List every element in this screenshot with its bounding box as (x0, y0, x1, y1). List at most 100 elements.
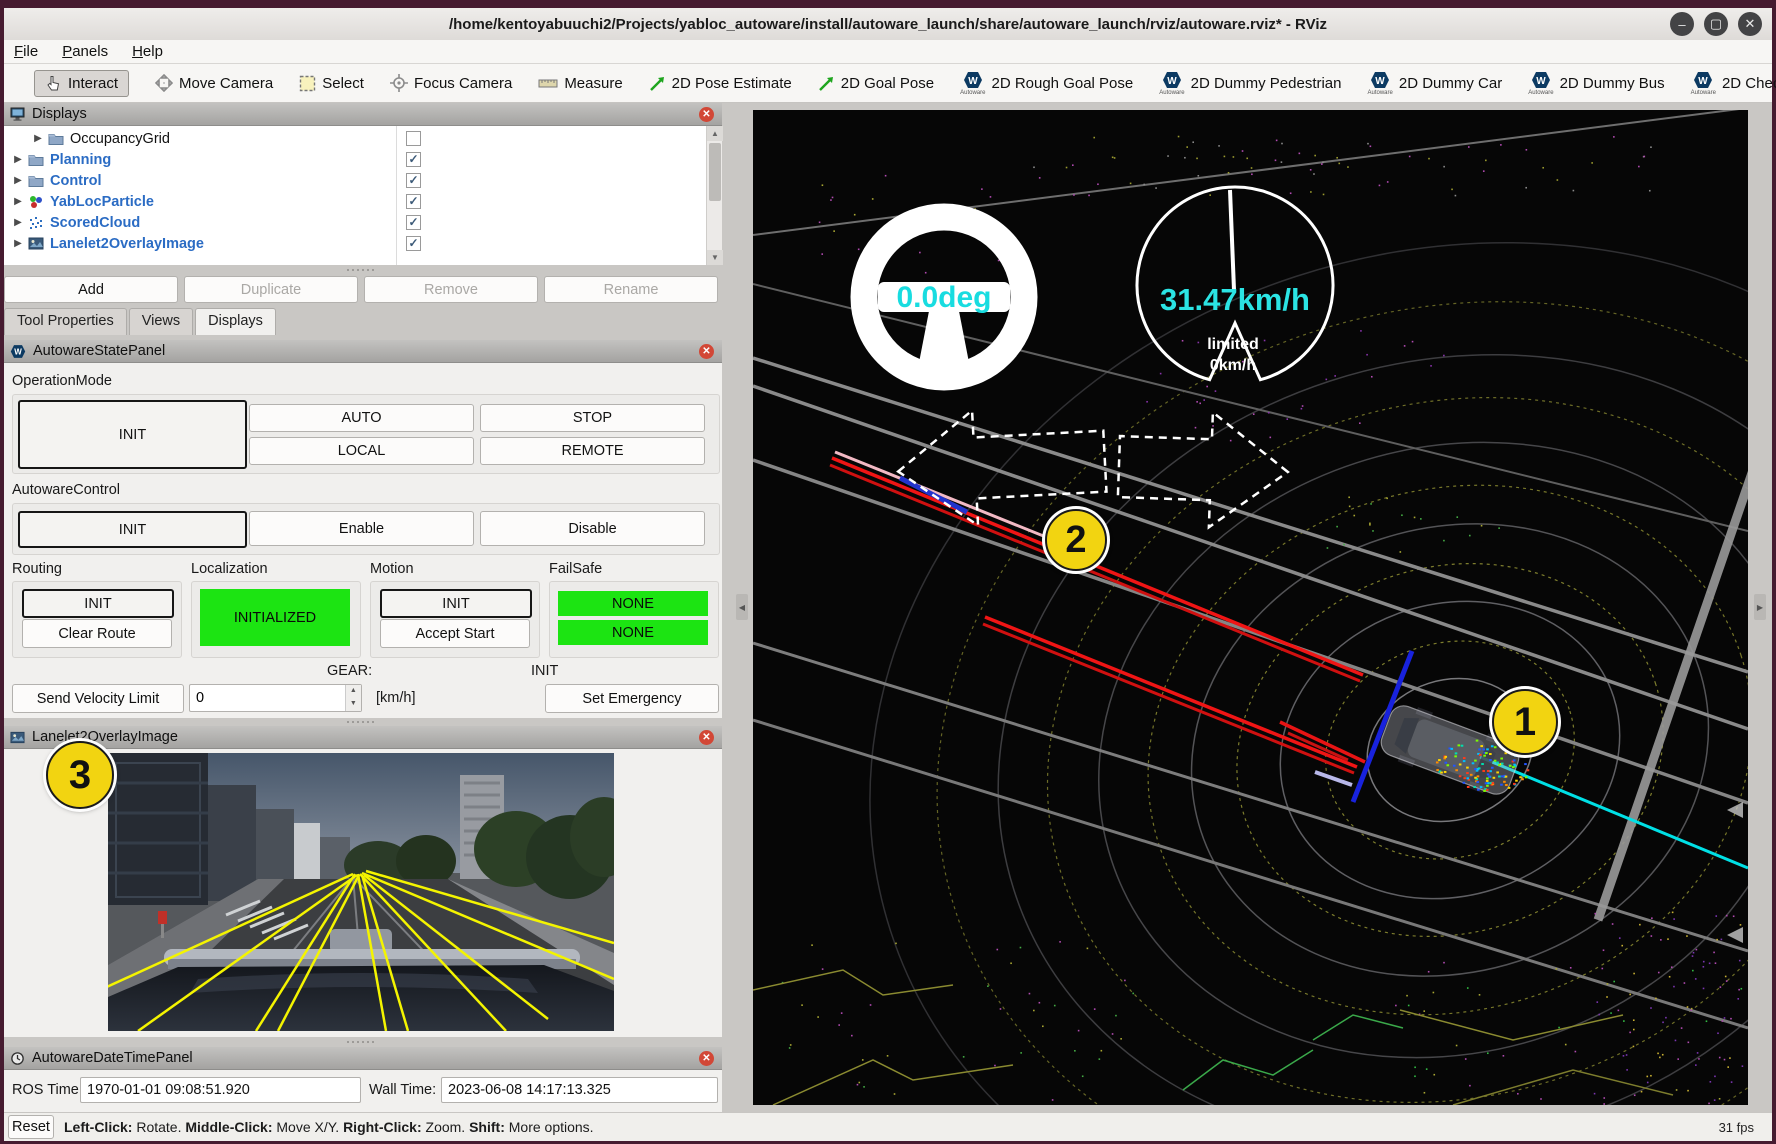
collapse-left-icon[interactable]: ◀ (736, 594, 748, 620)
expand-arrow-icon[interactable]: ▶ (32, 133, 44, 144)
operation-mode-state: INIT (18, 400, 247, 469)
spin-up-icon[interactable]: ▲ (346, 685, 361, 698)
displays-panel-header[interactable]: Displays ✕ (4, 103, 722, 126)
expand-arrow-icon[interactable]: ▶ (12, 238, 24, 249)
tool-move-camera[interactable]: Move Camera (155, 74, 273, 92)
remove-button[interactable]: Remove (364, 276, 538, 303)
remote-button[interactable]: REMOTE (480, 437, 705, 465)
tree-row-planning[interactable]: ▶ Planning (4, 149, 722, 170)
badge-number: 2 (1065, 519, 1086, 562)
scroll-down-icon[interactable]: ▼ (707, 250, 723, 265)
tab-displays[interactable]: Displays (195, 308, 276, 335)
menu-help[interactable]: Help (132, 43, 163, 60)
wall-time-label: Wall Time: (369, 1082, 436, 1098)
datetime-panel-close-icon[interactable]: ✕ (699, 1051, 714, 1066)
menu-file-mnemonic: F (14, 43, 23, 60)
tool-select[interactable]: Select (299, 75, 364, 92)
wall-time-input[interactable] (442, 1078, 717, 1102)
tree-row-scoredcloud[interactable]: ▶ ScoredCloud (4, 212, 722, 233)
minimize-button[interactable]: – (1670, 12, 1694, 36)
image-icon (10, 731, 25, 744)
ros-time-field[interactable] (80, 1077, 361, 1103)
clear-route-button[interactable]: Clear Route (22, 619, 172, 648)
move-camera-icon (155, 74, 173, 92)
tab-tool-properties[interactable]: Tool Properties (4, 308, 127, 335)
tree-row-control[interactable]: ▶ Control (4, 170, 722, 191)
autoware-logo-icon: W (1370, 71, 1390, 89)
autoware-caption: Autoware (1368, 90, 1393, 96)
tool-2d-dummy-bus[interactable]: WAutoware 2D Dummy Bus (1528, 71, 1664, 96)
tool-2d-pose-estimate[interactable]: 2D Pose Estimate (649, 75, 792, 92)
tree-row-lanelet2overlayimage[interactable]: ▶ Lanelet2OverlayImage (4, 233, 722, 254)
reset-button[interactable]: Reset (8, 1115, 54, 1139)
tab-views[interactable]: Views (129, 308, 193, 335)
overlay-panel-header[interactable]: Lanelet2OverlayImage ✕ (4, 726, 722, 749)
tool-2d-dummy-pedestrian[interactable]: WAutoware 2D Dummy Pedestrian (1159, 71, 1341, 96)
tree-row-occupancygrid[interactable]: ▶ OccupancyGrid (4, 128, 722, 149)
enable-button[interactable]: Enable (249, 511, 474, 546)
localization-label: Localization (191, 561, 268, 577)
close-button[interactable]: ✕ (1738, 12, 1762, 36)
velocity-limit-input[interactable] (190, 689, 345, 707)
tool-2d-checkpoint-pose[interactable]: WAutoware 2D Checkpoint Pose (1691, 71, 1776, 96)
state-panel-title: AutowareStatePanel (33, 343, 165, 359)
3d-viewport[interactable]: 0.0deg 31.47km/h limited 0km/h (753, 110, 1748, 1105)
tree-scrollbar[interactable]: ▲ ▼ (706, 126, 722, 265)
visibility-checkbox[interactable] (406, 194, 421, 209)
velocity-limit-spinner[interactable]: ▲▼ (189, 684, 362, 712)
expand-arrow-icon[interactable]: ▶ (12, 217, 24, 228)
local-button[interactable]: LOCAL (249, 437, 474, 465)
state-panel-header[interactable]: W AutowareStatePanel ✕ (4, 340, 722, 363)
overlay-panel-title: Lanelet2OverlayImage (32, 729, 178, 745)
speed-limit-value: 0km/h (1210, 357, 1256, 374)
maximize-button[interactable]: ▢ (1704, 12, 1728, 36)
ros-time-label: ROS Time: (12, 1082, 83, 1098)
emergency-state-label: INIT (531, 663, 558, 679)
state-panel-close-icon[interactable]: ✕ (699, 344, 714, 359)
overlay-panel-close-icon[interactable]: ✕ (699, 730, 714, 745)
accept-start-button[interactable]: Accept Start (380, 619, 530, 648)
tool-2d-goal-pose[interactable]: 2D Goal Pose (818, 75, 934, 92)
duplicate-button[interactable]: Duplicate (184, 276, 358, 303)
expand-arrow-icon[interactable]: ▶ (12, 196, 24, 207)
send-velocity-limit-button[interactable]: Send Velocity Limit (12, 684, 184, 713)
disable-button[interactable]: Disable (480, 511, 705, 546)
visibility-checkbox[interactable] (406, 131, 421, 146)
set-emergency-button[interactable]: Set Emergency (545, 684, 719, 713)
scroll-up-icon[interactable]: ▲ (707, 126, 723, 141)
splitter-handle[interactable] (340, 1041, 380, 1046)
green-arrow-icon (649, 75, 666, 92)
tool-measure[interactable]: Measure (538, 75, 622, 92)
tool-interact[interactable]: Interact (34, 70, 129, 97)
visibility-checkbox[interactable] (406, 173, 421, 188)
displays-close-icon[interactable]: ✕ (699, 107, 714, 122)
menu-file[interactable]: File (14, 43, 38, 60)
title-bar[interactable]: /home/kentoyabuuchi2/Projects/yabloc_aut… (4, 8, 1772, 40)
rename-button[interactable]: Rename (544, 276, 718, 303)
ros-time-input[interactable] (81, 1078, 360, 1102)
expand-arrow-icon[interactable]: ▶ (12, 175, 24, 186)
stop-button[interactable]: STOP (480, 404, 705, 432)
spin-down-icon[interactable]: ▼ (346, 698, 361, 711)
menu-panels-mnemonic: P (62, 43, 72, 60)
displays-buttons: Add Duplicate Remove Rename (4, 276, 718, 303)
visibility-checkbox[interactable] (406, 215, 421, 230)
visibility-checkbox[interactable] (406, 236, 421, 251)
splitter-handle[interactable] (340, 269, 380, 274)
wall-time-field[interactable] (441, 1077, 718, 1103)
collapse-right-icon[interactable]: ▶ (1754, 594, 1766, 620)
add-button[interactable]: Add (4, 276, 178, 303)
tree-row-yablocparticle[interactable]: ▶ YabLocParticle (4, 191, 722, 212)
auto-button[interactable]: AUTO (249, 404, 474, 432)
failsafe-state-1: NONE (558, 591, 708, 616)
expand-arrow-icon[interactable]: ▶ (12, 154, 24, 165)
tool-focus-camera[interactable]: Focus Camera (390, 74, 512, 92)
tool-2d-dummy-car[interactable]: WAutoware 2D Dummy Car (1368, 71, 1503, 96)
menu-panels[interactable]: Panels (62, 43, 108, 60)
autoware-logo-icon: W (10, 344, 26, 359)
tool-2d-rough-goal-pose[interactable]: WAutoware 2D Rough Goal Pose (960, 71, 1133, 96)
visibility-checkbox[interactable] (406, 152, 421, 167)
scrollbar-thumb[interactable] (709, 143, 721, 201)
datetime-panel-header[interactable]: AutowareDateTimePanel ✕ (4, 1047, 722, 1070)
spinner-arrows[interactable]: ▲▼ (345, 685, 361, 711)
